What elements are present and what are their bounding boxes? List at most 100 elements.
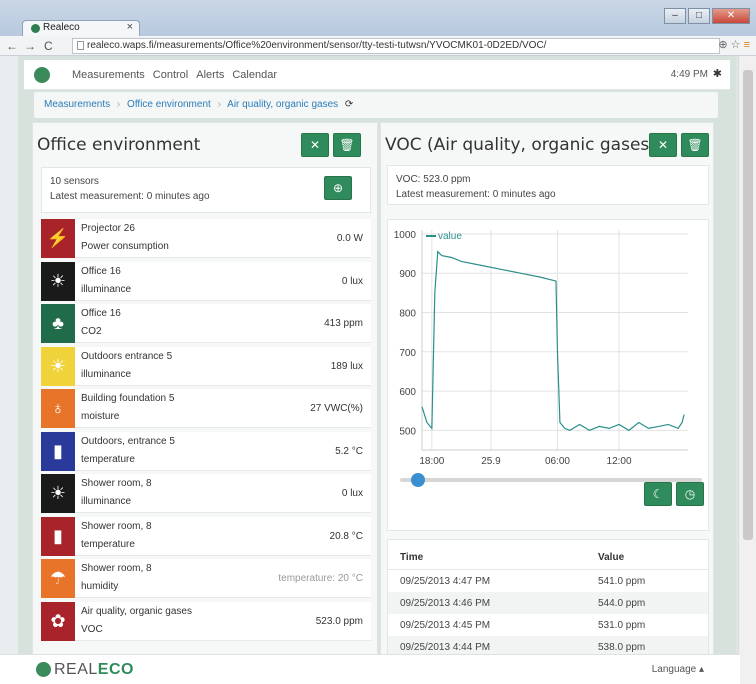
left-gutter bbox=[0, 56, 18, 684]
sensor-value: 523.0 ppm bbox=[315, 615, 363, 627]
app-navbar: Measurements Control Alerts Calendar 4:4… bbox=[24, 60, 730, 90]
chart-container: 500 600 700 800 900 1000 18:00 25.9 06:00 12:00 va… bbox=[387, 219, 709, 531]
window-controls: – □ ✕ bbox=[664, 8, 750, 24]
group-summary: 10 sensors Latest measurement: 0 minutes… bbox=[41, 167, 371, 213]
menu-icon[interactable]: ≡ bbox=[744, 39, 750, 51]
sensor-value: 0 lux bbox=[341, 488, 363, 499]
power-plug-icon: ⚡ bbox=[41, 219, 75, 258]
sensor-value: 413 ppm bbox=[324, 318, 363, 329]
page-scrollbar[interactable] bbox=[738, 56, 756, 684]
sensor-value: 27 VWC(%) bbox=[310, 403, 363, 414]
delete-button[interactable]: 🗑 bbox=[333, 133, 361, 157]
sensor-name: Shower room, 8 bbox=[81, 563, 152, 574]
y-tick-label: 900 bbox=[399, 269, 416, 280]
sensor-type: temperature bbox=[81, 538, 135, 550]
sun-icon: ☀ bbox=[41, 474, 75, 513]
delete-button[interactable]: 🗑 bbox=[681, 133, 709, 157]
tab-title: Realeco bbox=[43, 22, 80, 33]
air-quality-icon: ✿ bbox=[41, 601, 75, 641]
sensor-name: Shower room, 8 bbox=[81, 478, 152, 489]
nav-calendar[interactable]: Calendar bbox=[232, 69, 277, 81]
sensor-row[interactable]: ✿ Air quality, organic gases VOC 523.0 ppm bbox=[41, 601, 371, 641]
scrollbar-thumb[interactable] bbox=[743, 70, 753, 540]
page-icon bbox=[77, 41, 84, 50]
thermometer-icon: ▮ bbox=[41, 431, 75, 471]
sensor-row[interactable]: ☀ Office 16 illuminance 0 lux bbox=[41, 261, 371, 301]
cell-time: 09/25/2013 4:45 PM bbox=[400, 620, 491, 631]
sensor-name: Projector 26 bbox=[81, 223, 135, 234]
sensor-value: 5.2 °C bbox=[335, 445, 363, 457]
sensor-row[interactable]: ☀ Shower room, 8 illuminance 0 lux bbox=[41, 474, 371, 513]
sensor-row[interactable]: ▮ Outdoors, entrance 5 temperature 5.2 °C bbox=[41, 431, 371, 471]
nav-control[interactable]: Control bbox=[153, 69, 188, 81]
nav-measurements[interactable]: Measurements bbox=[72, 69, 145, 81]
sensor-value: 189 lux bbox=[330, 360, 363, 372]
close-tab-icon[interactable]: × bbox=[127, 21, 133, 33]
zoom-icon[interactable]: ⊕ bbox=[718, 39, 727, 51]
sensor-name: Air quality, organic gases bbox=[81, 605, 192, 617]
sensor-row[interactable]: ☂ Shower room, 8 humidity temperature: 20 °… bbox=[41, 559, 371, 598]
sensor-name: Office 16 bbox=[81, 265, 121, 277]
close-window-icon[interactable]: ✕ bbox=[712, 8, 750, 24]
footer: REALECO Language ▴ bbox=[0, 654, 740, 684]
sensor-row[interactable]: ♣ Office 16 CO2 413 ppm bbox=[41, 304, 371, 343]
maximize-icon[interactable]: □ bbox=[688, 8, 710, 24]
minimize-icon[interactable]: – bbox=[664, 8, 686, 24]
thermometer-icon: ▮ bbox=[41, 516, 75, 556]
sensor-type: moisture bbox=[81, 411, 120, 422]
forward-icon[interactable]: → bbox=[24, 39, 36, 53]
sensor-type: illuminance bbox=[81, 283, 132, 295]
sensor-row[interactable]: ☀ Outdoors entrance 5 illuminance 189 lux bbox=[41, 346, 371, 386]
x-tick-label: 06:00 bbox=[545, 456, 570, 467]
moisture-icon: ♁ bbox=[41, 389, 75, 428]
x-tick-label: 12:00 bbox=[607, 456, 632, 467]
url-field[interactable]: realeco.waps.fi/measurements/Office%20en… bbox=[72, 38, 720, 54]
sensor-type: Power consumption bbox=[81, 241, 169, 252]
refresh-icon[interactable]: ⟳ bbox=[345, 99, 353, 110]
breadcrumb-separator-icon: › bbox=[116, 99, 121, 110]
sensor-row[interactable]: ⚡ Projector 26 Power consumption 0.0 W bbox=[41, 219, 371, 258]
sensor-value: 0 lux bbox=[341, 275, 363, 287]
table-header: Time Value bbox=[388, 540, 708, 570]
back-icon[interactable]: ← bbox=[6, 39, 18, 53]
browser-tab[interactable]: Realeco × bbox=[22, 20, 140, 36]
nav-alerts[interactable]: Alerts bbox=[196, 69, 224, 81]
humidity-icon: ☂ bbox=[41, 559, 75, 598]
gear-icon[interactable]: ✱ bbox=[713, 67, 722, 80]
breadcrumb-office-environment[interactable]: Office environment bbox=[127, 99, 211, 110]
sensor-value: temperature: 20 °C bbox=[278, 573, 363, 584]
realeco-logo-icon[interactable] bbox=[34, 67, 50, 83]
table-row: 09/25/2013 4:46 PM 544.0 ppm bbox=[388, 592, 708, 614]
sun-icon: ☀ bbox=[41, 346, 75, 386]
language-select[interactable]: Language ▴ bbox=[652, 664, 704, 675]
cell-value: 544.0 ppm bbox=[598, 598, 646, 609]
brand-real: REAL bbox=[54, 661, 98, 678]
sensor-row[interactable]: ▮ Shower room, 8 temperature 20.8 °C bbox=[41, 516, 371, 556]
cell-time: 09/25/2013 4:47 PM bbox=[400, 576, 491, 587]
x-tick-label: 25.9 bbox=[481, 456, 501, 467]
settings-tools-button[interactable]: ✕ bbox=[649, 133, 677, 157]
sensor-type: illuminance bbox=[81, 368, 132, 380]
sensor-group-panel: Office environment ✕ 🗑 10 sensors Latest… bbox=[32, 122, 378, 684]
cell-value: 531.0 ppm bbox=[598, 620, 646, 631]
clock-button[interactable]: ◷ bbox=[676, 482, 704, 506]
cell-value: 541.0 ppm bbox=[598, 576, 646, 587]
browser-titlebar: Realeco × – □ ✕ bbox=[0, 0, 756, 36]
sensor-name: Shower room, 8 bbox=[81, 520, 152, 532]
notification-button[interactable]: ☾ bbox=[644, 482, 672, 506]
legend-label: value bbox=[438, 231, 462, 242]
sensor-row[interactable]: ♁ Building foundation 5 moisture 27 VWC(%) bbox=[41, 389, 371, 428]
cell-time: 09/25/2013 4:44 PM bbox=[400, 642, 491, 653]
settings-tools-button[interactable]: ✕ bbox=[301, 133, 329, 157]
app-viewport: Measurements Control Alerts Calendar 4:4… bbox=[18, 56, 736, 684]
y-tick-label: 600 bbox=[399, 387, 416, 398]
star-icon[interactable]: ☆ bbox=[731, 39, 741, 51]
cell-time: 09/25/2013 4:46 PM bbox=[400, 598, 491, 609]
time-slider-handle[interactable] bbox=[411, 473, 425, 487]
y-tick-label: 800 bbox=[399, 309, 416, 320]
reload-icon[interactable]: C bbox=[44, 39, 53, 53]
add-sensor-button[interactable]: ⊕ bbox=[324, 176, 352, 200]
main-nav: Measurements Control Alerts Calendar bbox=[72, 69, 277, 81]
breadcrumb-measurements[interactable]: Measurements bbox=[44, 99, 110, 110]
breadcrumb-air-quality[interactable]: Air quality, organic gases bbox=[227, 99, 338, 110]
